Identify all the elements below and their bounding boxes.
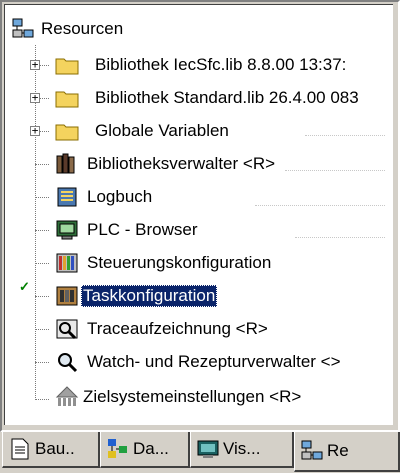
tab-visualisierung[interactable]: Vis...	[190, 432, 294, 468]
target-system-icon	[55, 386, 79, 406]
tab-label: Re	[327, 441, 349, 460]
tab-resourcen[interactable]: Re	[294, 432, 400, 472]
tree-item-label[interactable]: Steuerungskonfiguration	[85, 252, 273, 274]
tree-connector	[35, 197, 49, 198]
tree-connector	[35, 164, 49, 165]
expand-toggle[interactable]: +	[30, 59, 40, 70]
background-dots	[295, 237, 385, 238]
tree-connector	[35, 329, 49, 330]
tree-item-label[interactable]: Bibliothek Standard.lib 26.4.00 083	[93, 87, 361, 109]
tree-root[interactable]: Resourcen	[5, 13, 393, 46]
tree-item-label[interactable]: Globale Variablen	[93, 120, 231, 142]
visualization-icon	[197, 440, 219, 458]
background-dots	[255, 205, 385, 206]
tab-bausteine[interactable]: Bau..	[2, 432, 100, 468]
controller-config-icon	[56, 253, 78, 273]
object-tab-bar: Bau.. Da... Vis... Re	[0, 432, 400, 473]
tree-item-label[interactable]: PLC - Browser	[85, 219, 200, 241]
plc-monitor-icon	[56, 220, 78, 240]
tree-item-label[interactable]: Logbuch	[85, 186, 154, 208]
tab-label: Vis...	[223, 439, 261, 458]
trace-icon	[56, 319, 78, 340]
resources-icon	[12, 18, 34, 38]
tab-label: Da...	[133, 439, 169, 458]
tree-connector	[35, 296, 49, 297]
tree-item-label[interactable]: Zielsystemeinstellungen <R>	[81, 386, 303, 408]
checkmark-icon: ✓	[19, 279, 30, 294]
document-icon	[11, 438, 29, 460]
folder-icon	[55, 91, 79, 108]
tree-item-label[interactable]: Traceaufzeichnung <R>	[85, 318, 270, 340]
tree-connector	[35, 230, 49, 231]
tree-root-label: Resourcen	[41, 19, 124, 38]
background-dots	[305, 135, 385, 136]
library-books-icon	[56, 153, 75, 174]
tab-label: Bau..	[35, 439, 75, 458]
resources-icon	[301, 440, 323, 460]
datatypes-icon	[108, 439, 127, 458]
folder-icon	[55, 124, 79, 141]
expand-toggle[interactable]: +	[30, 92, 40, 103]
tree-panel: Resourcen + Bibliothek IecSfc.lib 8.8.00…	[0, 0, 400, 432]
tree-connector	[35, 399, 49, 400]
magnifier-icon	[58, 353, 78, 373]
tree-connector	[35, 362, 49, 363]
expand-toggle[interactable]: +	[30, 125, 40, 136]
task-config-icon	[56, 286, 78, 306]
tab-datentypen[interactable]: Da...	[100, 432, 190, 468]
tree-item-label[interactable]: Bibliotheksverwalter <R>	[85, 153, 277, 175]
tree-item-label[interactable]: Watch- und Rezepturverwalter <>	[85, 351, 343, 373]
tree-connector	[35, 263, 49, 264]
tree-item-label-selected[interactable]: Taskkonfiguration	[81, 285, 218, 307]
logbook-icon	[57, 187, 77, 207]
resource-tree[interactable]: Resourcen + Bibliothek IecSfc.lib 8.8.00…	[4, 4, 393, 425]
background-dots	[285, 170, 385, 171]
tree-item-label[interactable]: Bibliothek IecSfc.lib 8.8.00 13:37:	[93, 54, 348, 76]
folder-icon	[55, 58, 79, 75]
